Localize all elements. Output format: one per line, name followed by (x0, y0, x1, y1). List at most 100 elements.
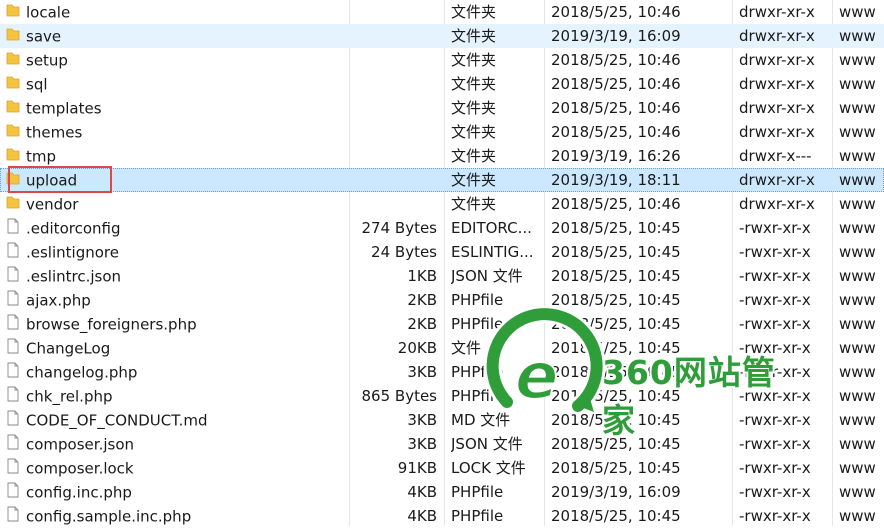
file-type: 文件夹 (451, 96, 541, 120)
file-icon (6, 409, 20, 433)
file-row[interactable]: config.sample.inc.php4KBPHPfile2018/5/25… (0, 504, 884, 528)
name-cell[interactable]: templates (0, 96, 354, 120)
file-name: sql (26, 76, 48, 94)
file-size (349, 48, 437, 72)
folder-row[interactable]: sql文件夹2018/5/25, 10:46drwxr-xr-xwww (0, 72, 884, 96)
name-cell[interactable]: .editorconfig (0, 216, 354, 240)
name-cell[interactable]: vendor (0, 192, 354, 216)
name-cell[interactable]: CODE_OF_CONDUCT.md (0, 408, 354, 432)
owner: www (839, 120, 884, 144)
name-cell[interactable]: locale (0, 0, 354, 24)
file-type: 文件夹 (451, 24, 541, 48)
file-type: PHPfile (451, 384, 541, 408)
name-cell[interactable]: composer.lock (0, 456, 354, 480)
file-row[interactable]: .editorconfig274 BytesEDITORC...2018/5/2… (0, 216, 884, 240)
owner: www (839, 288, 884, 312)
file-type: PHPfile (451, 480, 541, 504)
folder-row[interactable]: themes文件夹2018/5/25, 10:46drwxr-xr-xwww (0, 120, 884, 144)
folder-row[interactable]: setup文件夹2018/5/25, 10:46drwxr-xr-xwww (0, 48, 884, 72)
file-row[interactable]: .eslintrc.json1KBJSON 文件2018/5/25, 10:45… (0, 264, 884, 288)
name-cell[interactable]: tmp (0, 144, 354, 168)
folder-row[interactable]: templates文件夹2018/5/25, 10:46drwxr-xr-xww… (0, 96, 884, 120)
folder-row[interactable]: upload文件夹2019/3/19, 18:11drwxr-xr-xwww (0, 168, 884, 192)
folder-icon (6, 73, 20, 97)
modified-date: 2018/5/25, 10:46 (551, 192, 721, 216)
modified-date: 2019/3/19, 16:09 (551, 24, 721, 48)
folder-row[interactable]: vendor文件夹2018/5/25, 10:46drwxr-xr-xwww (0, 192, 884, 216)
owner: www (839, 312, 884, 336)
file-row[interactable]: composer.lock91KBLOCK 文件2018/5/25, 10:45… (0, 456, 884, 480)
name-cell[interactable]: .eslintignore (0, 240, 354, 264)
file-icon (6, 481, 20, 505)
owner: www (839, 432, 884, 456)
permissions: drwxr-xr-x (739, 168, 827, 192)
file-type: 文件夹 (451, 0, 541, 24)
file-name: save (26, 28, 61, 46)
file-icon (6, 433, 20, 457)
name-cell[interactable]: config.sample.inc.php (0, 504, 354, 528)
name-cell[interactable]: changelog.php (0, 360, 354, 384)
file-row[interactable]: config.inc.php4KBPHPfile2019/3/19, 16:09… (0, 480, 884, 504)
folder-icon (6, 121, 20, 145)
owner: www (839, 72, 884, 96)
file-row[interactable]: chk_rel.php865 BytesPHPfile2018/5/25, 10… (0, 384, 884, 408)
file-name: composer.lock (26, 460, 134, 478)
name-cell[interactable]: browse_foreigners.php (0, 312, 354, 336)
file-name: CODE_OF_CONDUCT.md (26, 412, 208, 430)
name-cell[interactable]: ChangeLog (0, 336, 354, 360)
name-cell[interactable]: composer.json (0, 432, 354, 456)
file-size (349, 144, 437, 168)
name-cell[interactable]: sql (0, 72, 354, 96)
file-size: 20KB (349, 336, 437, 360)
permissions: drwxr-xr-x (739, 96, 827, 120)
file-name: ajax.php (26, 292, 91, 310)
file-row[interactable]: .eslintignore24 BytesESLINTIG...2018/5/2… (0, 240, 884, 264)
file-size: 3KB (349, 432, 437, 456)
name-cell[interactable]: chk_rel.php (0, 384, 354, 408)
owner: www (839, 456, 884, 480)
name-cell[interactable]: .eslintrc.json (0, 264, 354, 288)
modified-date: 2018/5/25, 10:45 (551, 264, 721, 288)
folder-icon (6, 193, 20, 217)
file-type: PHPfile (451, 360, 541, 384)
file-row[interactable]: composer.json3KBJSON 文件2018/5/25, 10:45-… (0, 432, 884, 456)
file-type: 文件 (451, 336, 541, 360)
file-row[interactable]: ChangeLog20KB文件2018/5/25, 10:45-rwxr-xr-… (0, 336, 884, 360)
owner: www (839, 48, 884, 72)
file-icon (6, 361, 20, 385)
name-cell[interactable]: ajax.php (0, 288, 354, 312)
file-row[interactable]: changelog.php3KBPHPfile2018/5/25, 10:45-… (0, 360, 884, 384)
modified-date: 2018/5/25, 10:45 (551, 384, 721, 408)
file-icon (6, 265, 20, 289)
file-name: changelog.php (26, 364, 137, 382)
file-name: tmp (26, 148, 56, 166)
file-name: vendor (26, 196, 78, 214)
file-icon (6, 313, 20, 337)
file-row[interactable]: browse_foreigners.php2KBPHPfile2018/5/25… (0, 312, 884, 336)
name-cell[interactable]: save (0, 24, 354, 48)
file-row[interactable]: CODE_OF_CONDUCT.md3KBMD 文件2018/5/25, 10:… (0, 408, 884, 432)
file-name: setup (26, 52, 68, 70)
permissions: drwxr-xr-x (739, 192, 827, 216)
file-size: 1KB (349, 264, 437, 288)
file-type: 文件夹 (451, 72, 541, 96)
file-name: ChangeLog (26, 340, 110, 358)
folder-row[interactable]: save文件夹2019/3/19, 16:09drwxr-xr-xwww (0, 24, 884, 48)
name-cell[interactable]: upload (0, 168, 354, 192)
owner: www (839, 504, 884, 528)
file-name: .editorconfig (26, 220, 120, 238)
file-name: browse_foreigners.php (26, 316, 197, 334)
file-size: 4KB (349, 480, 437, 504)
modified-date: 2018/5/25, 10:46 (551, 48, 721, 72)
name-cell[interactable]: setup (0, 48, 354, 72)
folder-row[interactable]: tmp文件夹2019/3/19, 16:26drwxr-x---www (0, 144, 884, 168)
permissions: drwxr-xr-x (739, 0, 827, 24)
name-cell[interactable]: config.inc.php (0, 480, 354, 504)
folder-row[interactable]: locale文件夹2018/5/25, 10:46drwxr-xr-xwww (0, 0, 884, 24)
owner: www (839, 144, 884, 168)
folder-icon (6, 49, 20, 73)
file-icon (6, 241, 20, 265)
file-row[interactable]: ajax.php2KBPHPfile2018/5/25, 10:45-rwxr-… (0, 288, 884, 312)
name-cell[interactable]: themes (0, 120, 354, 144)
owner: www (839, 216, 884, 240)
